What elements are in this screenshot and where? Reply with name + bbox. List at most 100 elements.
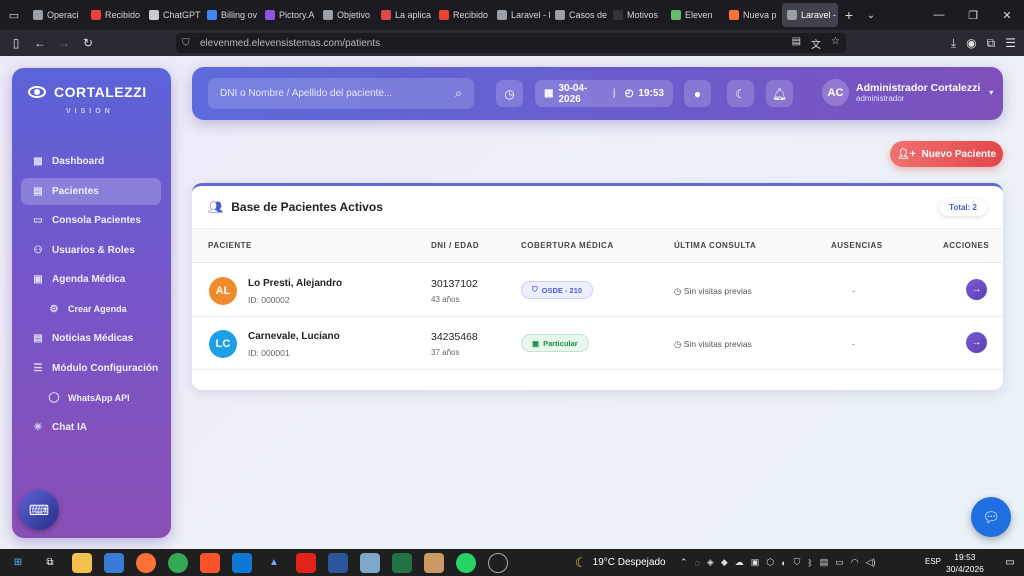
- firefox-icon[interactable]: [136, 552, 156, 573]
- browser-tab[interactable]: ChatGPT: [144, 3, 202, 27]
- sidebar-item-noticias-medicas[interactable]: ▤ Noticias Médicas: [21, 325, 161, 352]
- brand-logo[interactable]: CORTALEZZI: [28, 84, 147, 100]
- wifi-icon[interactable]: ◠: [851, 557, 859, 568]
- sidebar-item-usuarios-roles[interactable]: ⚇ Usuarios & Roles: [21, 237, 161, 264]
- sidebar-item-label: Noticias Médicas: [52, 333, 134, 344]
- download-icon[interactable]: ⤓: [951, 36, 956, 51]
- patient-id: ID: 000002: [248, 295, 290, 305]
- browser-tab[interactable]: Billing ov: [202, 3, 260, 27]
- translate-icon[interactable]: 文: [811, 36, 821, 51]
- history-button[interactable]: ◷: [496, 80, 523, 107]
- sidebar-toggle-icon[interactable]: ▯: [4, 30, 28, 56]
- tab-overview-icon[interactable]: ▭: [0, 0, 28, 30]
- tab-favicon-icon: [671, 10, 681, 20]
- browser-tab[interactable]: Operaci: [28, 3, 86, 27]
- mail-icon[interactable]: [232, 552, 252, 573]
- notifications-button[interactable]: 🔔︎: [766, 80, 793, 107]
- reload-button[interactable]: ↻: [76, 30, 100, 56]
- language-indicator[interactable]: ESP: [925, 557, 941, 566]
- calendar-icon: ▣: [33, 274, 43, 285]
- task-view-icon[interactable]: ⧉: [40, 553, 60, 573]
- store-icon[interactable]: [104, 552, 124, 573]
- restore-button[interactable]: ❐: [956, 0, 990, 30]
- weather-text: 19°C Despejado: [592, 557, 666, 568]
- address-bar[interactable]: ⛉ elevenmed.elevensistemas.com/patients …: [176, 33, 846, 53]
- tray-app-icon[interactable]: ▤: [820, 557, 829, 568]
- browser-tab[interactable]: Laravel - E✕: [782, 3, 838, 27]
- battery-icon[interactable]: ▭: [835, 557, 844, 568]
- start-button[interactable]: ⊞: [8, 553, 28, 573]
- sidebar-item-agenda-medica[interactable]: ▣ Agenda Médica: [21, 266, 161, 293]
- chat-widget-button[interactable]: 💬︎: [971, 497, 1011, 537]
- search-icon[interactable]: ⌕: [455, 86, 462, 101]
- clock-button[interactable]: ●: [684, 80, 711, 107]
- column-header: DNI / EDAD: [431, 241, 480, 250]
- tray-app-icon[interactable]: ▣: [751, 557, 760, 568]
- tab-label: Laravel - E: [801, 10, 838, 20]
- sidebar-item-consola-pacientes[interactable]: ▭ Consola Pacientes: [21, 207, 161, 234]
- menu-icon[interactable]: ☰: [1005, 36, 1016, 50]
- user-menu[interactable]: AC Administrador Cortalezzi administrado…: [822, 79, 993, 106]
- bookmark-star-icon[interactable]: ☆: [831, 36, 840, 51]
- browser-tab[interactable]: Laravel - No: [492, 3, 550, 27]
- settings-icon[interactable]: [488, 552, 508, 573]
- sidebar-item-whatsapp-api[interactable]: ◯ WhatsApp API: [21, 384, 161, 411]
- new-patient-button[interactable]: 👤︎+ Nuevo Paciente: [890, 141, 1003, 167]
- forward-button[interactable]: →: [52, 30, 76, 56]
- reader-mode-icon[interactable]: ▤: [792, 36, 801, 51]
- tray-app-icon[interactable]: ⬡: [766, 557, 774, 568]
- table-row[interactable]: AL Lo Presti, Alejandro ID: 000002 30137102…: [192, 264, 1003, 317]
- acrobat-icon[interactable]: [296, 552, 316, 573]
- taskbar-clock[interactable]: 19:53 30/4/2026: [946, 551, 984, 575]
- whatsapp-icon[interactable]: [456, 552, 476, 573]
- dark-mode-toggle[interactable]: ☾: [727, 80, 754, 107]
- minimize-button[interactable]: —: [922, 0, 956, 30]
- file-explorer-icon[interactable]: [72, 552, 92, 573]
- notification-center-icon[interactable]: ▭: [1000, 552, 1020, 572]
- browser-tab[interactable]: Eleven: [666, 3, 724, 27]
- onedrive-icon[interactable]: ☁: [735, 557, 744, 568]
- app-icon[interactable]: ▲: [264, 553, 284, 573]
- tab-favicon-icon: [729, 10, 739, 20]
- back-button[interactable]: ←: [28, 30, 52, 56]
- open-patient-button[interactable]: →: [966, 279, 987, 300]
- chrome-icon[interactable]: [168, 552, 188, 573]
- browser-tab[interactable]: Recibido: [434, 3, 492, 27]
- paint-icon[interactable]: [424, 552, 444, 573]
- extensions-icon[interactable]: ⧉: [987, 36, 996, 51]
- browser-tab[interactable]: Pictory.A: [260, 3, 318, 27]
- tab-list-chevron-icon[interactable]: ⌄: [860, 10, 882, 21]
- tray-app-icon[interactable]: ◈: [707, 557, 714, 568]
- sidebar-item-chat-ia[interactable]: ✳ Chat IA: [21, 414, 161, 441]
- browser-tab[interactable]: Motivos: [608, 3, 666, 27]
- patient-age: 37 años: [431, 348, 460, 357]
- sidebar-item-dashboard[interactable]: ▦ Dashboard: [21, 148, 161, 175]
- browser-tab[interactable]: La aplica: [376, 3, 434, 27]
- table-row[interactable]: LC Carnevale, Luciano ID: 000001 34235468 37…: [192, 317, 1003, 370]
- assistant-bot-button[interactable]: ⌨: [19, 490, 59, 530]
- tray-app-icon[interactable]: ◐: [781, 558, 786, 568]
- brave-icon[interactable]: [200, 552, 220, 573]
- browser-tab[interactable]: Casos de Éxi: [550, 3, 608, 27]
- tray-app-icon[interactable]: ◆: [721, 557, 728, 568]
- tray-app-icon[interactable]: ◌: [695, 558, 700, 568]
- weather-widget[interactable]: ☾ 19°C Despejado: [575, 549, 666, 576]
- security-icon[interactable]: ⛉: [794, 557, 801, 568]
- browser-tab[interactable]: Objetivo: [318, 3, 376, 27]
- notes-icon[interactable]: [360, 552, 380, 573]
- patient-search-input[interactable]: DNI o Nombre / Apellido del paciente... …: [208, 78, 474, 109]
- open-patient-button[interactable]: →: [966, 332, 987, 353]
- browser-tab[interactable]: Nueva p: [724, 3, 782, 27]
- sidebar-item-pacientes[interactable]: ▤ Pacientes: [21, 177, 161, 205]
- account-icon[interactable]: ◉: [966, 36, 976, 50]
- close-window-button[interactable]: ✕: [990, 0, 1024, 30]
- sidebar-item-crear-agenda[interactable]: ⚙ Crear Agenda: [21, 296, 161, 323]
- browser-tab[interactable]: Recibido: [86, 3, 144, 27]
- excel-icon[interactable]: [392, 552, 412, 573]
- word-icon[interactable]: [328, 552, 348, 573]
- volume-icon[interactable]: ◁): [866, 557, 876, 568]
- tray-chevron-icon[interactable]: ⌃: [680, 557, 688, 568]
- bluetooth-icon[interactable]: ᛒ: [807, 558, 812, 568]
- sidebar-item-modulo-configuracion[interactable]: ☰ Módulo Configuración: [21, 355, 161, 382]
- new-tab-button[interactable]: +: [838, 7, 860, 23]
